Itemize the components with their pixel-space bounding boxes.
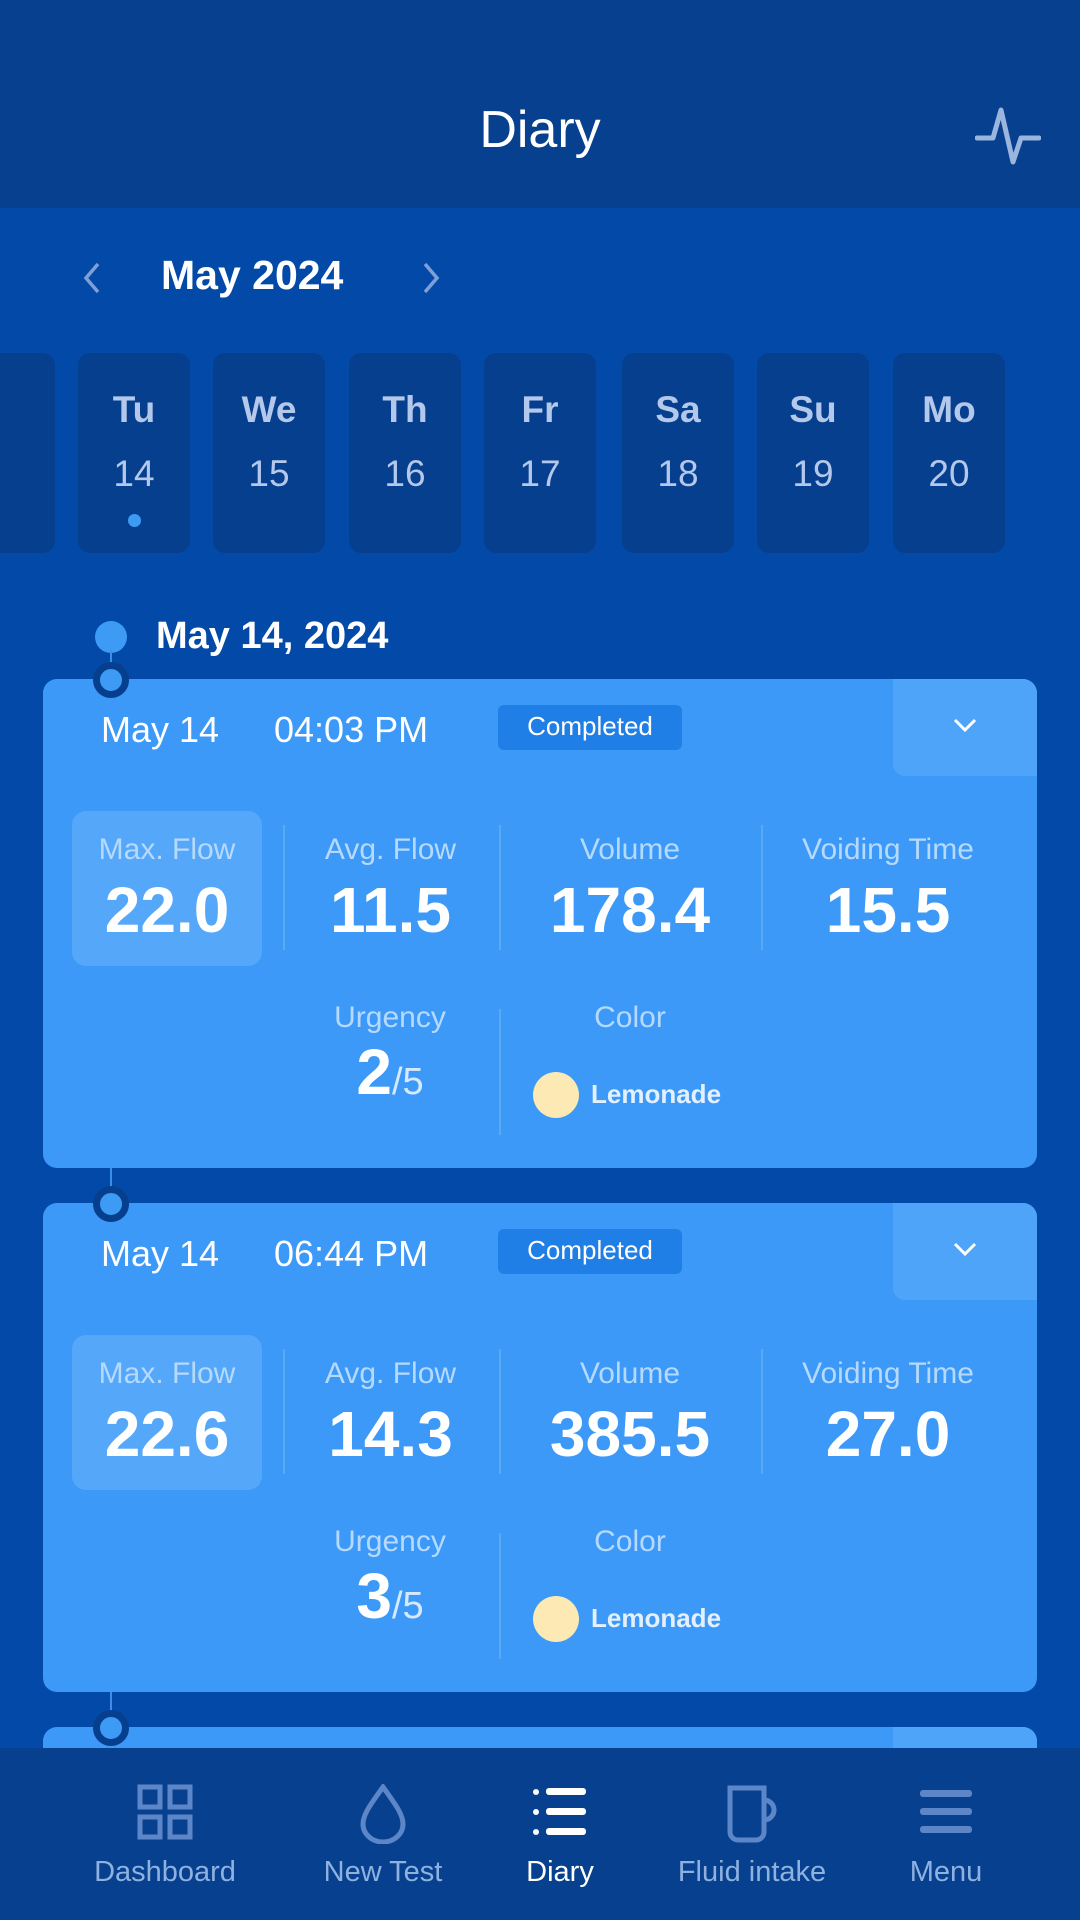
stat-max-flow: Max. Flow 22.6 bbox=[72, 1335, 262, 1490]
divider bbox=[499, 825, 501, 950]
stat-max-flow: Max. Flow 22.0 bbox=[72, 811, 262, 966]
bottom-nav: Dashboard New Test Diary Fluid intake Me… bbox=[0, 1748, 1080, 1920]
stat-voiding-time: Voiding Time 27.0 bbox=[802, 1357, 974, 1470]
menu-icon bbox=[920, 1790, 972, 1833]
day-strip: Tu 14 We 15 Th 16 Fr 17 Sa 18 Su 19 Mo 20 bbox=[0, 353, 1080, 553]
urgency: Urgency 3/5 bbox=[334, 1525, 446, 1632]
list-icon bbox=[533, 1788, 586, 1835]
day-number: 19 bbox=[792, 453, 834, 494]
app-header: Diary bbox=[0, 0, 1080, 208]
day-number: 17 bbox=[519, 453, 561, 494]
day-number: 16 bbox=[384, 453, 426, 494]
date-heading: May 14, 2024 bbox=[156, 615, 389, 657]
timeline-node bbox=[93, 662, 129, 698]
day-abbr: Th bbox=[382, 389, 428, 430]
color-name: Lemonade bbox=[591, 1603, 722, 1633]
day-number: 20 bbox=[928, 453, 970, 494]
stat-volume: Volume 385.5 bbox=[549, 1357, 711, 1470]
prev-month-button[interactable] bbox=[78, 258, 108, 298]
divider bbox=[283, 1349, 285, 1474]
day-number: 15 bbox=[248, 453, 290, 494]
timeline-node bbox=[93, 1186, 129, 1222]
nav-label: Dashboard bbox=[94, 1856, 236, 1888]
divider bbox=[499, 1009, 501, 1135]
nav-dashboard[interactable]: Dashboard bbox=[65, 1748, 265, 1920]
day-cell[interactable]: We 15 bbox=[213, 353, 325, 553]
day-abbr: Mo bbox=[922, 389, 976, 430]
stat-volume: Volume 178.4 bbox=[549, 833, 711, 946]
nav-menu[interactable]: Menu bbox=[846, 1748, 1046, 1920]
entry-card[interactable]: May 14 04:03 PM Completed Max. Flow 22.0 … bbox=[43, 679, 1037, 1168]
stat-avg-flow: Avg. Flow 14.3 bbox=[324, 1357, 457, 1470]
next-month-button[interactable] bbox=[415, 258, 445, 298]
entry-time: 06:44 PM bbox=[274, 1233, 429, 1274]
nav-diary[interactable]: Diary bbox=[460, 1748, 660, 1920]
divider bbox=[499, 1533, 501, 1659]
timeline-node bbox=[93, 1710, 129, 1746]
timeline-date-dot bbox=[95, 621, 127, 653]
expand-button[interactable] bbox=[893, 1203, 1037, 1300]
color-label-wrap: Color bbox=[594, 1001, 666, 1034]
nav-label: New Test bbox=[323, 1856, 443, 1888]
color-swatch bbox=[533, 1072, 579, 1118]
day-cell-partial[interactable] bbox=[0, 353, 55, 553]
day-cell[interactable]: Sa 18 bbox=[622, 353, 734, 553]
drop-icon bbox=[360, 1784, 406, 1844]
day-cell[interactable]: Mo 20 bbox=[893, 353, 1005, 553]
nav-label: Diary bbox=[526, 1856, 594, 1888]
status-badge: Completed bbox=[498, 705, 682, 750]
activity-icon[interactable] bbox=[975, 104, 1041, 166]
color-name: Lemonade bbox=[591, 1079, 722, 1109]
color-label-wrap: Color bbox=[594, 1525, 666, 1558]
stat-voiding-time: Voiding Time 15.5 bbox=[802, 833, 974, 946]
day-abbr: Fr bbox=[521, 389, 559, 430]
entry-card[interactable]: May 14 06:44 PM Completed Max. Flow 22.6 … bbox=[43, 1203, 1037, 1692]
entry-time: 04:03 PM bbox=[274, 709, 429, 750]
entry-date: May 14 bbox=[101, 709, 220, 750]
day-cell[interactable]: Su 19 bbox=[757, 353, 869, 553]
nav-label: Fluid intake bbox=[677, 1856, 827, 1888]
stat-avg-flow: Avg. Flow 11.5 bbox=[324, 833, 457, 946]
entry-date: May 14 bbox=[101, 1233, 220, 1274]
day-number: 18 bbox=[657, 453, 699, 494]
nav-label: Menu bbox=[909, 1856, 983, 1888]
chevron-down-icon bbox=[953, 1242, 977, 1257]
expand-button[interactable] bbox=[893, 679, 1037, 776]
month-label: May 2024 bbox=[161, 252, 344, 298]
nav-new-test[interactable]: New Test bbox=[283, 1748, 483, 1920]
divider bbox=[499, 1349, 501, 1474]
day-abbr: We bbox=[241, 389, 297, 430]
page-title: Diary bbox=[479, 101, 601, 159]
status-badge: Completed bbox=[498, 1229, 682, 1274]
day-cell[interactable]: Tu 14 bbox=[78, 353, 190, 553]
day-abbr: Su bbox=[789, 389, 837, 430]
color-swatch bbox=[533, 1596, 579, 1642]
grid-icon bbox=[137, 1784, 193, 1840]
day-cell[interactable]: Th 16 bbox=[349, 353, 461, 553]
divider bbox=[283, 825, 285, 950]
day-cell[interactable]: Fr 17 bbox=[484, 353, 596, 553]
chevron-down-icon bbox=[953, 718, 977, 733]
day-abbr: Sa bbox=[655, 389, 701, 430]
nav-fluid-intake[interactable]: Fluid intake bbox=[652, 1748, 852, 1920]
day-number: 14 bbox=[113, 453, 155, 494]
entry-dot bbox=[128, 514, 141, 527]
urgency: Urgency 2/5 bbox=[334, 1001, 446, 1108]
mug-icon bbox=[727, 1785, 777, 1843]
day-abbr: Tu bbox=[112, 389, 156, 430]
